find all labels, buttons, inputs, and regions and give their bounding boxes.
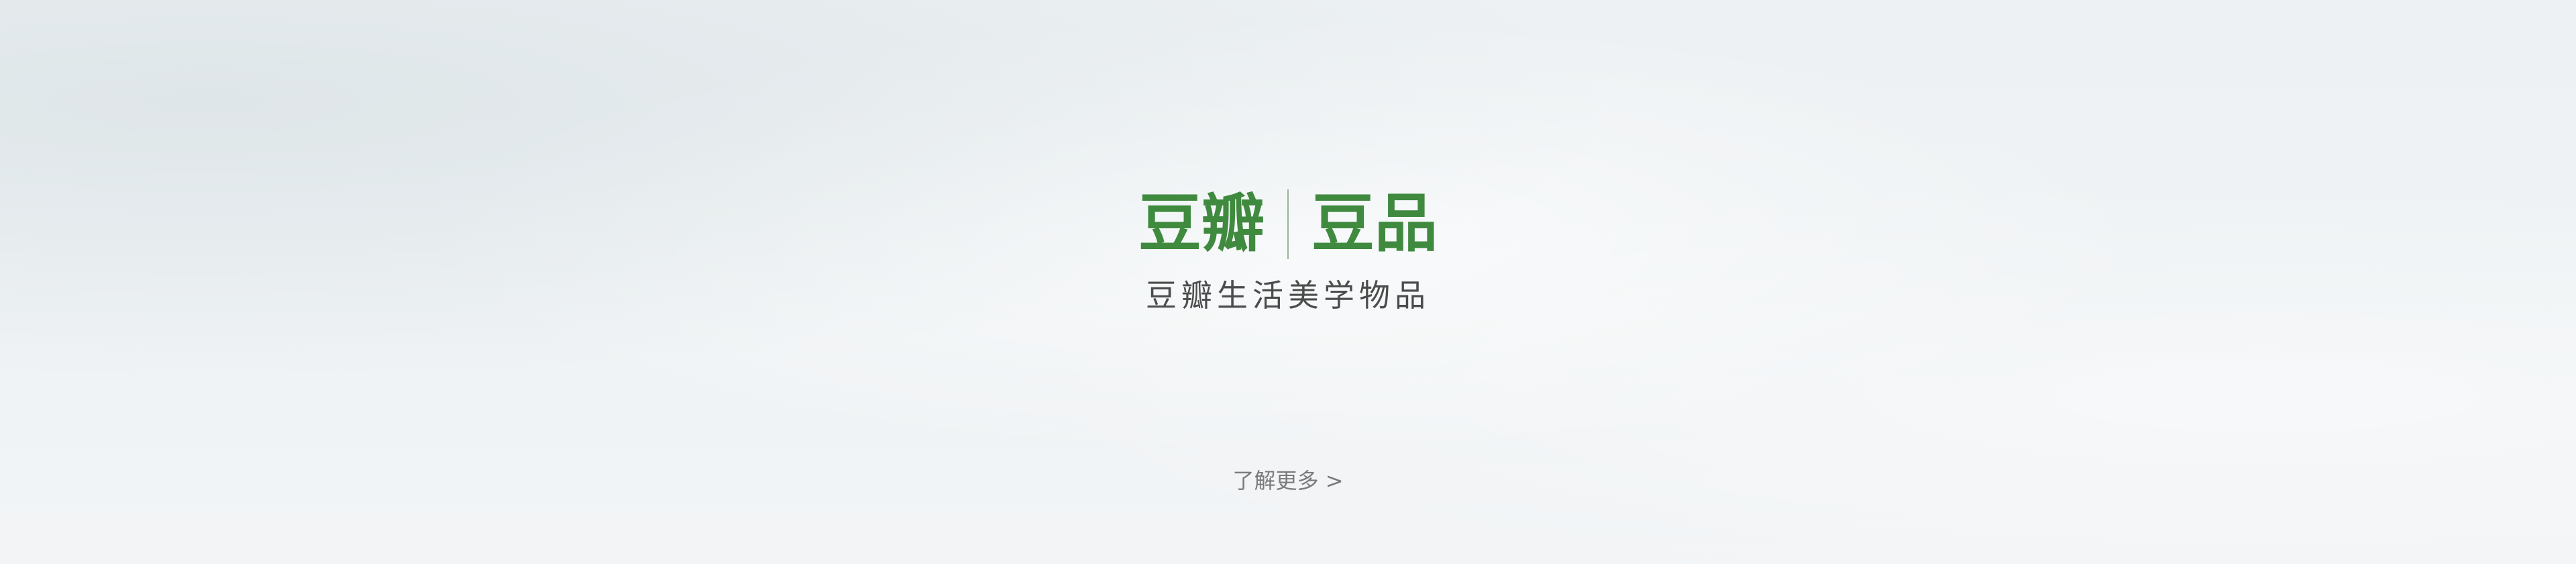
learn-more-link[interactable]: 了解更多 > <box>1221 466 1355 496</box>
logo-douban-text: 豆瓣 <box>1138 187 1265 261</box>
logo-douping-text: 豆品 <box>1311 187 1438 261</box>
logo-divider <box>1287 189 1289 259</box>
learn-more-label: 了解更多 <box>1232 468 1319 493</box>
douban-douping-logo: 豆瓣 豆品 <box>1138 187 1438 261</box>
hero-banner: 豆瓣 豆品 豆瓣生活美学物品 了解更多 > <box>0 0 2576 564</box>
chevron-right-icon: > <box>1325 468 1344 493</box>
hero-tagline: 豆瓣生活美学物品 <box>1146 277 1430 314</box>
